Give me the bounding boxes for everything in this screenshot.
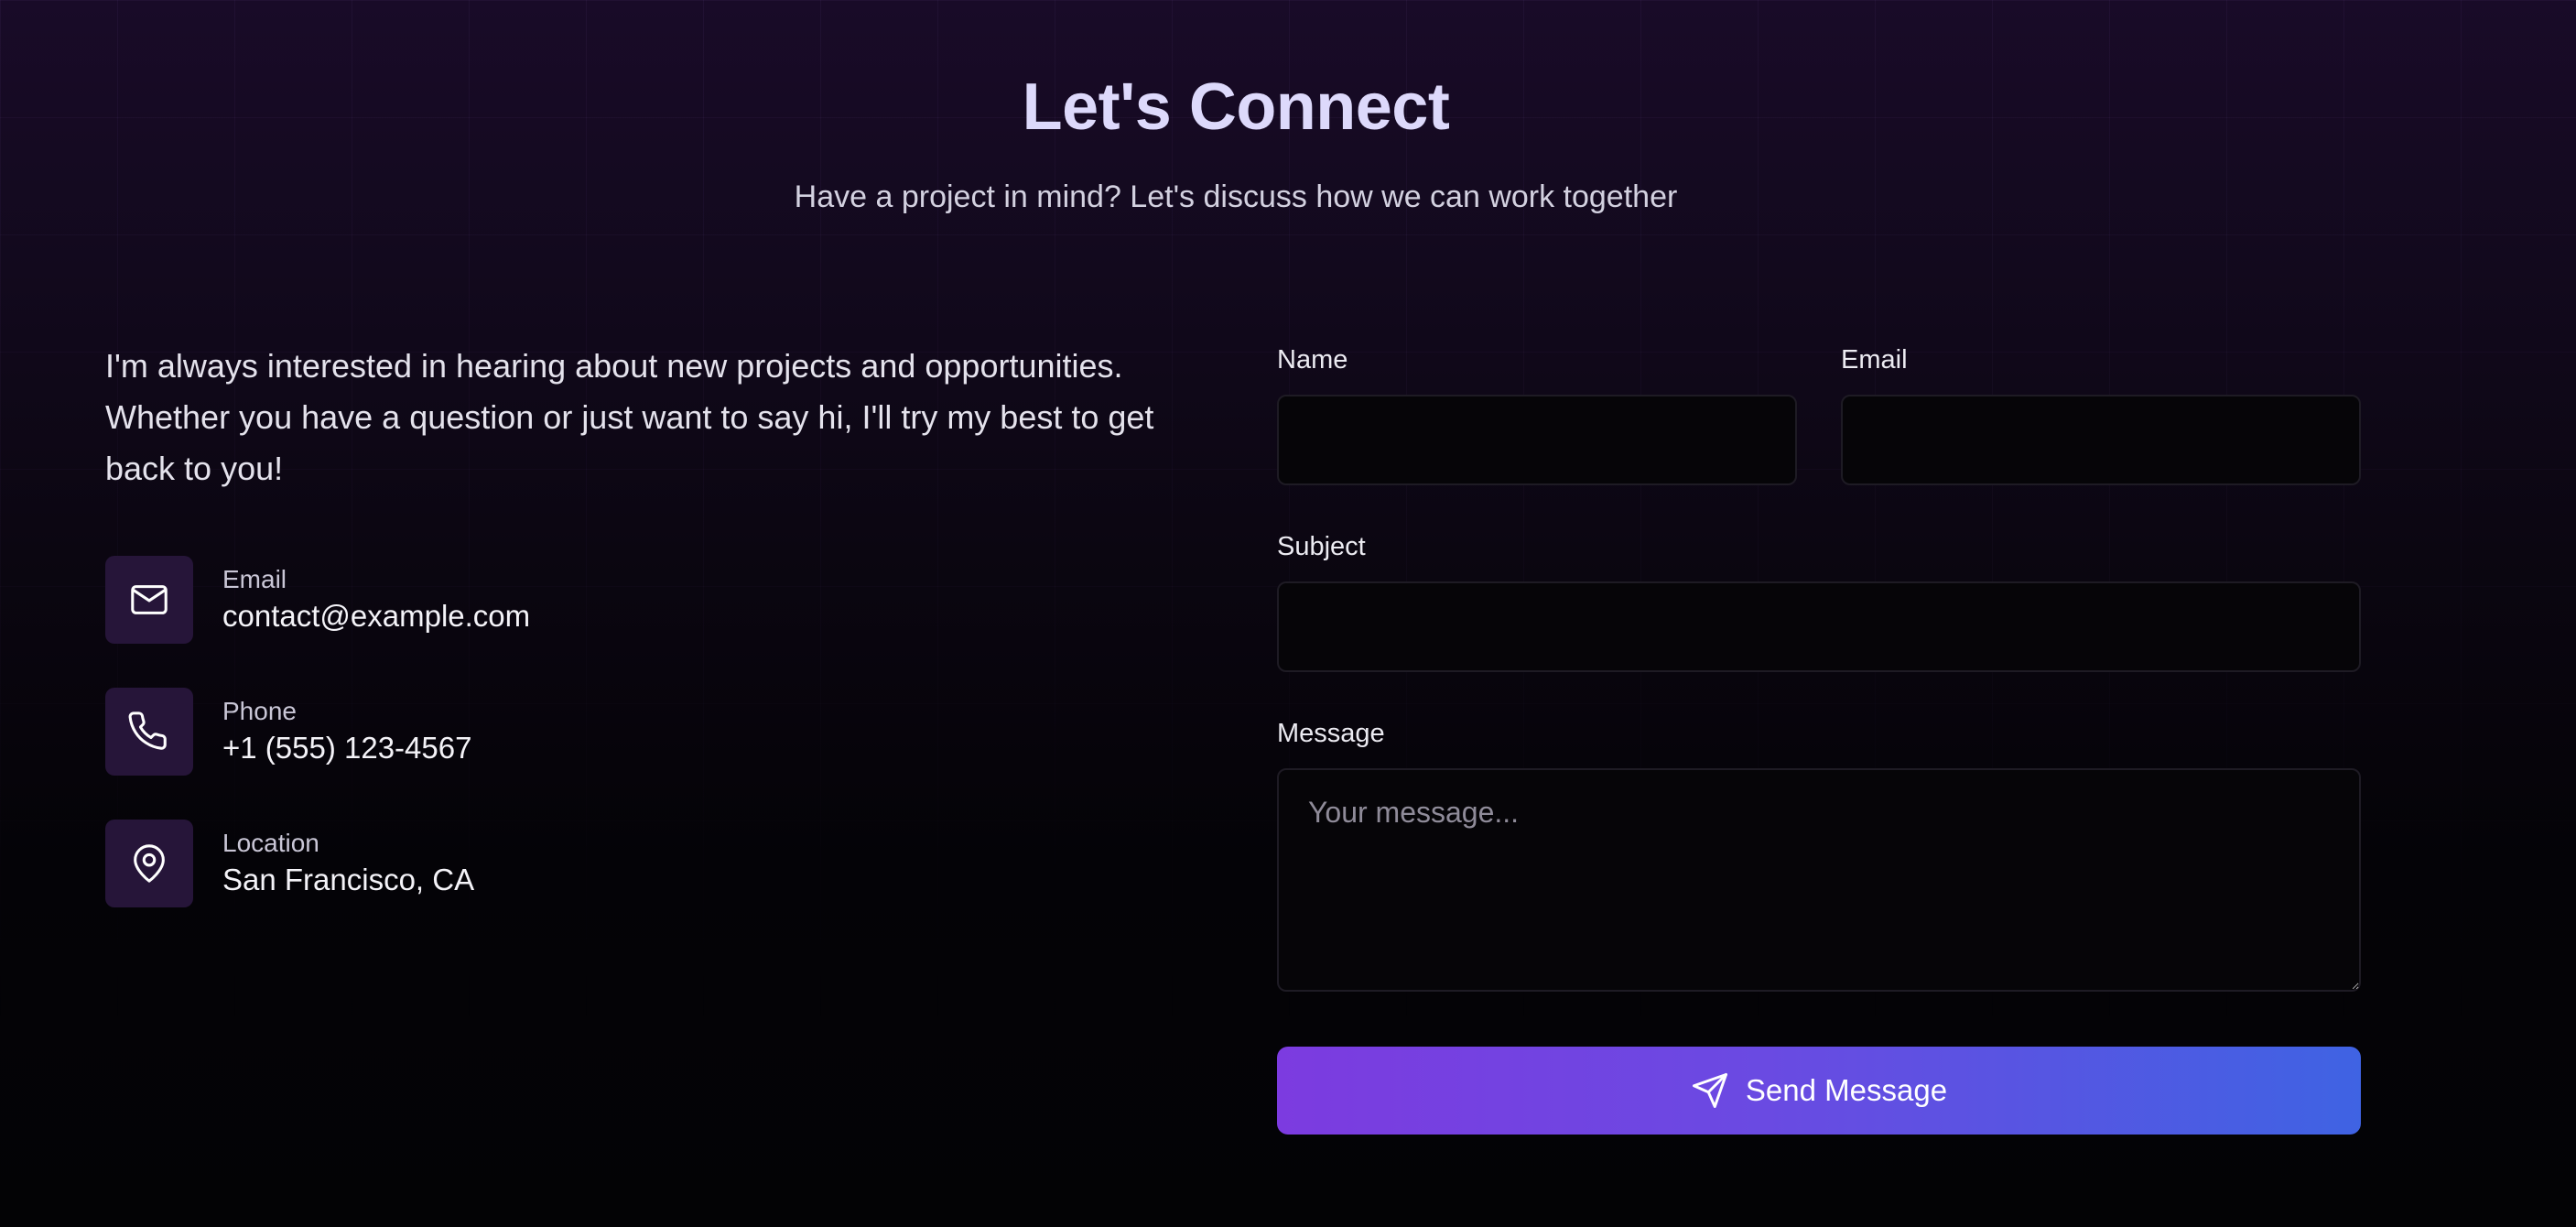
subject-label: Subject [1277,532,1366,561]
phone-icon [105,688,193,776]
intro-text: I'm always interested in hearing about n… [105,347,1154,487]
map-pin-icon [105,820,193,907]
contact-item-email: Email contact@example.com [105,556,530,644]
name-input[interactable] [1277,395,1797,485]
send-icon [1692,1073,1727,1108]
send-button-label: Send Message [1745,1073,1948,1107]
email-label: Email [1841,345,1908,375]
contact-label: Location [222,829,319,857]
message-label: Message [1277,719,1385,748]
contact-item-location: Location San Francisco, CA [105,820,474,907]
name-label: Name [1277,345,1348,375]
message-textarea[interactable] [1277,768,2361,992]
mail-icon [105,556,193,644]
email-input[interactable] [1841,395,2361,485]
contact-label: Phone [222,697,297,725]
subject-input[interactable] [1277,581,2361,672]
send-message-button[interactable]: Send Message [1277,1047,2361,1135]
contact-value: San Francisco, CA [222,863,475,896]
contact-label: Email [222,565,287,593]
page-title: Let's Connect [1022,71,1450,144]
contact-value: contact@example.com [222,599,531,633]
page-subtitle: Have a project in mind? Let's discuss ho… [794,179,1678,214]
contact-value: +1 (555) 123-4567 [222,731,472,765]
contact-item-phone: Phone +1 (555) 123-4567 [105,688,471,776]
